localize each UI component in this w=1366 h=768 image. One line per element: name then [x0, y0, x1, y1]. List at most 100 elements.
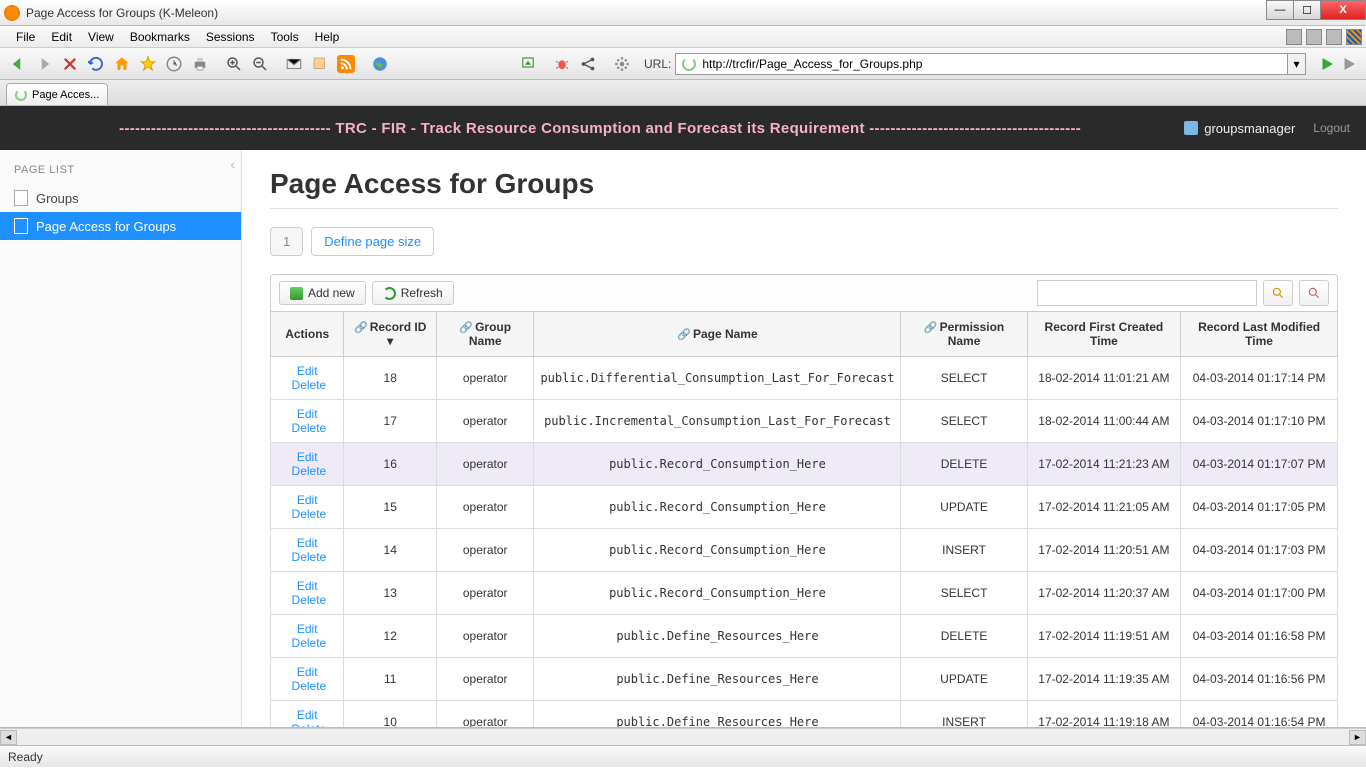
zoom-out-button[interactable] — [248, 52, 272, 76]
delete-link[interactable]: Delete — [292, 421, 327, 435]
table-row: Edit Delete15operatorpublic.Record_Consu… — [271, 486, 1338, 529]
col-permission[interactable]: 🔗Permission Name — [901, 312, 1027, 357]
edit-link[interactable]: Edit — [297, 579, 318, 593]
menu-view[interactable]: View — [80, 28, 122, 46]
delete-link[interactable]: Delete — [292, 507, 327, 521]
user-menu[interactable]: groupsmanager — [1184, 121, 1295, 136]
delete-link[interactable]: Delete — [292, 550, 327, 564]
cell-group: operator — [436, 400, 533, 443]
pager-current[interactable]: 1 — [270, 227, 303, 256]
sidebar-collapse-icon[interactable]: ‹ — [230, 156, 235, 172]
scroll-left-icon[interactable]: ◄ — [0, 730, 17, 745]
cell-id: 15 — [344, 486, 437, 529]
globe-button[interactable] — [368, 52, 392, 76]
link-icon: 🔗 — [459, 322, 473, 334]
col-created[interactable]: Record First Created Time — [1027, 312, 1180, 357]
cell-perm: SELECT — [901, 572, 1027, 615]
cell-group: operator — [436, 701, 533, 729]
rss-button[interactable] — [334, 52, 358, 76]
compose-button[interactable] — [308, 52, 332, 76]
cell-id: 13 — [344, 572, 437, 615]
print-button[interactable] — [188, 52, 212, 76]
go-alt-button[interactable] — [1338, 52, 1360, 76]
zoom-in-button[interactable] — [222, 52, 246, 76]
minimize-doc-icon[interactable] — [1306, 29, 1322, 45]
advanced-search-button[interactable] — [1299, 280, 1329, 306]
horizontal-scrollbar[interactable]: ◄ ► — [0, 728, 1366, 745]
forward-button[interactable] — [32, 52, 56, 76]
sort-desc-icon: ▾ — [387, 334, 393, 348]
mail-button[interactable] — [282, 52, 306, 76]
window-titlebar: Page Access for Groups (K-Meleon) — ☐ X — [0, 0, 1366, 26]
tab-page-access[interactable]: Page Acces... — [6, 83, 108, 105]
minimize-button[interactable]: — — [1266, 0, 1294, 20]
menu-edit[interactable]: Edit — [43, 28, 80, 46]
sidebar-item-page-access[interactable]: Page Access for Groups — [0, 212, 241, 240]
home-button[interactable] — [110, 52, 134, 76]
close-button[interactable]: X — [1320, 0, 1366, 20]
download-button[interactable] — [516, 52, 540, 76]
menu-bookmarks[interactable]: Bookmarks — [122, 28, 198, 46]
edit-link[interactable]: Edit — [297, 622, 318, 636]
favorites-button[interactable] — [136, 52, 160, 76]
edit-link[interactable]: Edit — [297, 450, 318, 464]
delete-link[interactable]: Delete — [292, 378, 327, 392]
delete-link[interactable]: Delete — [292, 464, 327, 478]
col-actions[interactable]: Actions — [271, 312, 344, 357]
history-button[interactable] — [162, 52, 186, 76]
add-new-button[interactable]: Add new — [279, 281, 366, 305]
edit-link[interactable]: Edit — [297, 708, 318, 722]
scroll-right-icon[interactable]: ► — [1349, 730, 1366, 745]
edit-link[interactable]: Edit — [297, 665, 318, 679]
cell-modified: 04-03-2014 01:17:03 PM — [1181, 529, 1338, 572]
maximize-button[interactable]: ☐ — [1293, 0, 1321, 20]
cell-id: 17 — [344, 400, 437, 443]
reload-button[interactable] — [84, 52, 108, 76]
back-button[interactable] — [6, 52, 30, 76]
settings-button[interactable] — [610, 52, 634, 76]
username: groupsmanager — [1204, 121, 1295, 136]
col-page-name[interactable]: 🔗Page Name — [534, 312, 901, 357]
close-doc-icon[interactable] — [1326, 29, 1342, 45]
edit-link[interactable]: Edit — [297, 407, 318, 421]
app-header: ----------------------------------------… — [0, 106, 1366, 150]
menu-tools[interactable]: Tools — [263, 28, 307, 46]
delete-link[interactable]: Delete — [292, 636, 327, 650]
refresh-icon — [383, 287, 396, 300]
pager-define-size[interactable]: Define page size — [311, 227, 434, 256]
user-icon — [1184, 121, 1198, 135]
cell-created: 17-02-2014 11:19:35 AM — [1027, 658, 1180, 701]
menu-file[interactable]: File — [8, 28, 43, 46]
cell-perm: SELECT — [901, 357, 1027, 400]
delete-link[interactable]: Delete — [292, 593, 327, 607]
url-input[interactable]: http://trcfir/Page_Access_for_Groups.php — [675, 53, 1288, 75]
col-record-id[interactable]: 🔗Record ID ▾ — [344, 312, 437, 357]
col-modified[interactable]: Record Last Modified Time — [1181, 312, 1338, 357]
sidebar-item-label: Page Access for Groups — [36, 219, 176, 234]
extension-icon[interactable] — [1346, 29, 1362, 45]
go-button[interactable] — [1316, 52, 1338, 76]
edit-link[interactable]: Edit — [297, 493, 318, 507]
edit-link[interactable]: Edit — [297, 364, 318, 378]
logout-link[interactable]: Logout — [1313, 121, 1350, 135]
delete-link[interactable]: Delete — [292, 679, 327, 693]
bug-button[interactable] — [550, 52, 574, 76]
refresh-button[interactable]: Refresh — [372, 281, 454, 305]
stop-button[interactable] — [58, 52, 82, 76]
cell-group: operator — [436, 658, 533, 701]
share-button[interactable] — [576, 52, 600, 76]
restore-icon[interactable] — [1286, 29, 1302, 45]
col-group-name[interactable]: 🔗Group Name — [436, 312, 533, 357]
menu-sessions[interactable]: Sessions — [198, 28, 263, 46]
plus-icon — [290, 287, 303, 300]
sidebar-item-groups[interactable]: Groups — [0, 184, 241, 212]
delete-link[interactable]: Delete — [292, 722, 327, 728]
cell-page: public.Record_Consumption_Here — [534, 529, 901, 572]
cell-id: 14 — [344, 529, 437, 572]
search-input[interactable] — [1037, 280, 1257, 306]
link-icon: 🔗 — [677, 329, 691, 341]
search-button[interactable] — [1263, 280, 1293, 306]
url-dropdown[interactable]: ▾ — [1288, 53, 1306, 75]
menu-help[interactable]: Help — [307, 28, 348, 46]
edit-link[interactable]: Edit — [297, 536, 318, 550]
